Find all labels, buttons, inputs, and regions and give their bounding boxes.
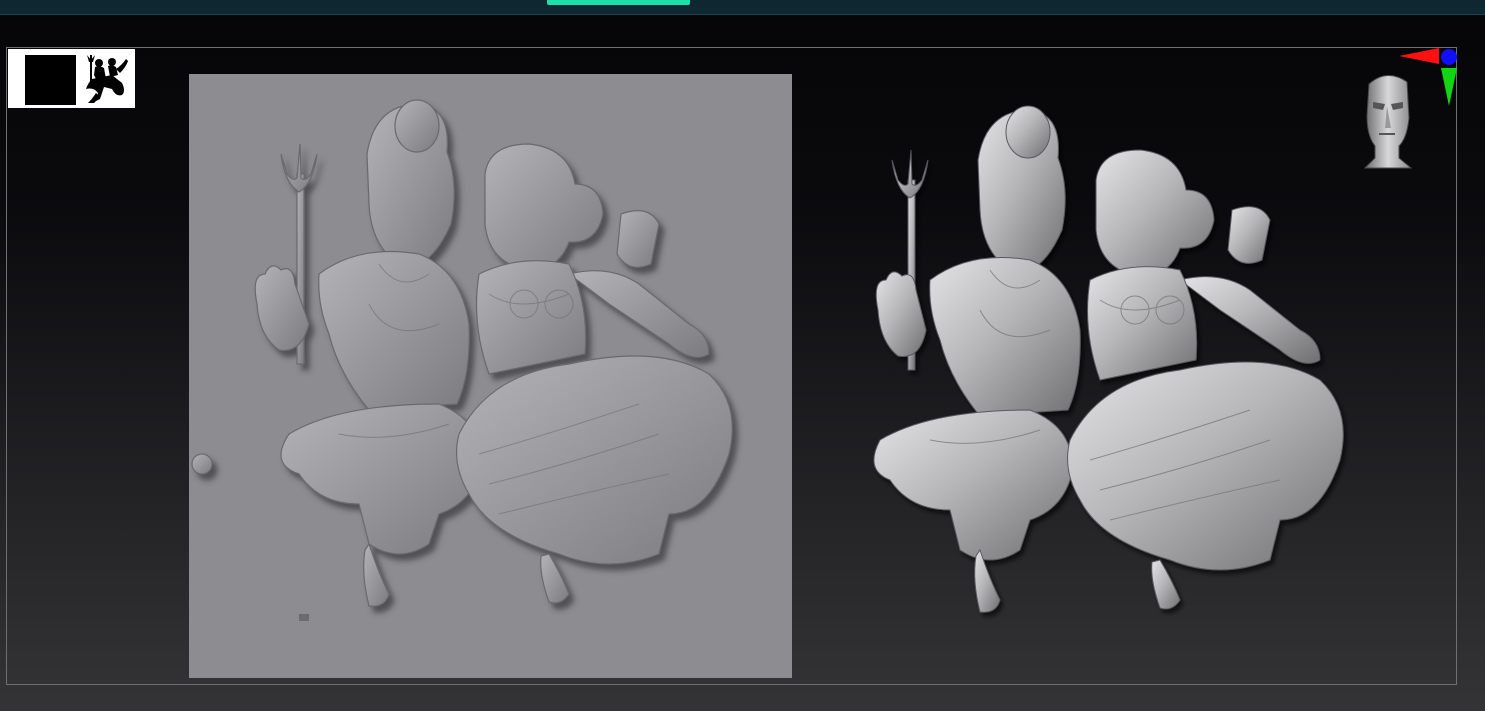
depth-artifact-mark <box>299 614 309 621</box>
z-axis-dot <box>1441 49 1457 65</box>
x-axis-arrow <box>1399 48 1439 64</box>
relief-render-view[interactable] <box>860 80 1380 620</box>
depth-map-preview[interactable] <box>189 74 792 678</box>
thumbnail-black-swatch <box>25 55 76 105</box>
alpha-thumbnail[interactable] <box>8 49 135 108</box>
y-axis-arrow <box>1441 68 1457 106</box>
progress-bar <box>547 0 690 5</box>
top-bar <box>0 0 1485 15</box>
relief-render-image <box>873 105 1344 613</box>
shiva-parvati-silhouette-icon <box>86 55 128 103</box>
axis-gizmo[interactable] <box>1395 44 1465 110</box>
relief-depth-image <box>191 99 733 621</box>
